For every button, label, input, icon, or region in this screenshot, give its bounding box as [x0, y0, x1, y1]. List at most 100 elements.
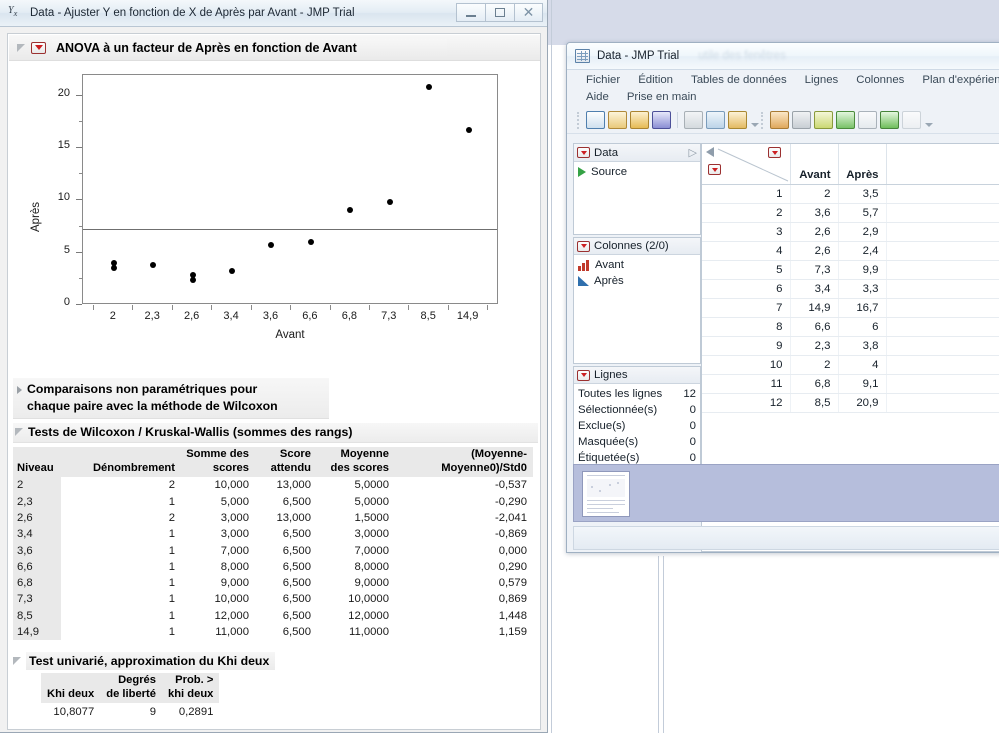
- sort-icon[interactable]: [836, 111, 855, 129]
- wilcoxon-table-row[interactable]: 3,413,0006,5003,0000-0,869: [13, 526, 533, 542]
- save-icon[interactable]: [652, 111, 671, 129]
- grid-cell-apres[interactable]: 3,3: [838, 279, 886, 298]
- open-icon[interactable]: [630, 111, 649, 129]
- header-degres-liberte[interactable]: Degrés de liberté: [100, 673, 162, 703]
- wilcoxon-table-row[interactable]: 7,3110,0006,50010,00000,869: [13, 591, 533, 607]
- grid-row-number[interactable]: 12: [702, 393, 790, 412]
- wilcoxon-disclosure-icon[interactable]: [15, 428, 23, 436]
- chart-data-point[interactable]: [111, 265, 117, 271]
- chart-data-point[interactable]: [466, 127, 472, 133]
- chart-plot-area[interactable]: [82, 74, 498, 304]
- panel-colonnes-header[interactable]: Colonnes (2/0): [574, 238, 700, 255]
- comparisons-disclosure-icon[interactable]: [17, 386, 22, 394]
- header-score-attendu[interactable]: Score attendu: [255, 447, 317, 477]
- toolbar-grip-1[interactable]: [577, 112, 580, 129]
- header-moyenne-des-scores[interactable]: Moyenne des scores: [317, 447, 395, 477]
- panel-lignes-header[interactable]: Lignes: [574, 367, 700, 384]
- grid-row-number[interactable]: 4: [702, 241, 790, 260]
- table-row[interactable]: 32,62,9: [702, 222, 999, 241]
- header-denombrement[interactable]: Dénombrement: [61, 447, 181, 477]
- table-row[interactable]: 63,43,3: [702, 279, 999, 298]
- subset-icon[interactable]: [880, 111, 899, 129]
- new-script-icon[interactable]: [608, 111, 627, 129]
- minimize-button[interactable]: [456, 3, 485, 22]
- data-filter-icon[interactable]: [792, 111, 811, 129]
- grid-cell-apres[interactable]: 9,9: [838, 260, 886, 279]
- grid-row-number[interactable]: 10: [702, 355, 790, 374]
- distribution-icon[interactable]: [770, 111, 789, 129]
- menu-lignes[interactable]: Lignes: [796, 72, 848, 89]
- tabulate-icon[interactable]: [814, 111, 833, 129]
- lignes-row[interactable]: Exclue(s)0: [578, 418, 696, 434]
- header-std[interactable]: (Moyenne-Moyenne0)/Std0: [395, 447, 533, 477]
- maximize-button[interactable]: [485, 3, 514, 22]
- chart-data-point[interactable]: [308, 239, 314, 245]
- grid-row-number[interactable]: 9: [702, 336, 790, 355]
- grid-cell-apres[interactable]: 20,9: [838, 393, 886, 412]
- grid-cell-avant[interactable]: 2,3: [790, 336, 838, 355]
- header-niveau[interactable]: Niveau: [13, 447, 61, 477]
- colonnes-red-triangle-menu-icon[interactable]: [577, 241, 590, 252]
- wilcoxon-table-row[interactable]: 2,315,0006,5005,0000-0,290: [13, 494, 533, 510]
- copy-icon[interactable]: [706, 111, 725, 129]
- data-source-row[interactable]: Source: [578, 164, 696, 180]
- khideux-disclosure-icon[interactable]: [13, 657, 21, 665]
- table-row[interactable]: 57,39,9: [702, 260, 999, 279]
- menu-colonnes[interactable]: Colonnes: [847, 72, 913, 89]
- khideux-outline-header[interactable]: Test univarié, approximation du Khi deux: [13, 652, 538, 670]
- grid-row-number[interactable]: 3: [702, 222, 790, 241]
- header-somme-des-scores[interactable]: Somme des scores: [181, 447, 255, 477]
- close-button[interactable]: ✕: [514, 3, 543, 22]
- wilcoxon-table-row[interactable]: 8,5112,0006,50012,00001,448: [13, 608, 533, 624]
- grid-cell-avant[interactable]: 3,4: [790, 279, 838, 298]
- column-item-apres[interactable]: Après: [578, 273, 696, 289]
- wilcoxon-table-row[interactable]: 6,618,0006,5008,00000,290: [13, 559, 533, 575]
- comparisons-outline-node[interactable]: Comparaisons non paramétriques pour chaq…: [13, 378, 329, 419]
- grid-cell-avant[interactable]: 6,8: [790, 374, 838, 393]
- data-window-titlebar[interactable]: Data - JMP Trial utile des fenêtres: [567, 43, 999, 70]
- chart-data-point[interactable]: [347, 207, 353, 213]
- table-row[interactable]: 123,5: [702, 184, 999, 203]
- grid-cell-apres[interactable]: 3,5: [838, 184, 886, 203]
- chart-data-point[interactable]: [190, 277, 196, 283]
- grid-row-number[interactable]: 1: [702, 184, 790, 203]
- lignes-row[interactable]: Toutes les lignes12: [578, 386, 696, 402]
- menu-dition[interactable]: Édition: [629, 72, 682, 89]
- wilcoxon-table-row[interactable]: 2,623,00013,0001,5000-2,041: [13, 510, 533, 526]
- report-thumbnail[interactable]: [582, 471, 630, 517]
- grid-cell-apres[interactable]: 2,4: [838, 241, 886, 260]
- grid-cell-apres[interactable]: 3,8: [838, 336, 886, 355]
- chart-data-point[interactable]: [268, 242, 274, 248]
- panel-data-header[interactable]: Data ▷: [574, 144, 700, 162]
- anova-outline-header[interactable]: ANOVA à un facteur de Après en fonction …: [9, 35, 541, 61]
- chart-data-point[interactable]: [229, 268, 235, 274]
- grid-row-number[interactable]: 8: [702, 317, 790, 336]
- report-window-titlebar[interactable]: Yx Data - Ajuster Y en fonction de X de …: [0, 0, 547, 27]
- header-prob-khi-deux[interactable]: Prob. > khi deux: [162, 673, 219, 703]
- chart-data-point[interactable]: [426, 84, 432, 90]
- grid-header-apres[interactable]: Après: [838, 144, 886, 184]
- table-row[interactable]: 128,520,9: [702, 393, 999, 412]
- fit-y-by-x-icon[interactable]: [858, 111, 877, 129]
- table-row[interactable]: 714,916,7: [702, 298, 999, 317]
- grid-cell-apres[interactable]: 2,9: [838, 222, 886, 241]
- table-row[interactable]: 86,66: [702, 317, 999, 336]
- menu-prise-en-main[interactable]: Prise en main: [618, 89, 706, 106]
- lignes-row[interactable]: Masquée(s)0: [578, 434, 696, 450]
- grid-cell-avant[interactable]: 14,9: [790, 298, 838, 317]
- wilcoxon-table-row[interactable]: 2210,00013,0005,0000-0,537: [13, 477, 533, 493]
- grid-cell-apres[interactable]: 16,7: [838, 298, 886, 317]
- menu-plan-d-exp-rience[interactable]: Plan d'expérience: [913, 72, 999, 89]
- toolbar-overflow-2[interactable]: [924, 112, 932, 128]
- chart-data-point[interactable]: [150, 262, 156, 268]
- grid-corner-cell[interactable]: [702, 144, 790, 184]
- wilcoxon-table-row[interactable]: 6,819,0006,5009,00000,579: [13, 575, 533, 591]
- grid-cell-avant[interactable]: 7,3: [790, 260, 838, 279]
- grid-cell-avant[interactable]: 2,6: [790, 222, 838, 241]
- grid-cell-avant[interactable]: 8,5: [790, 393, 838, 412]
- menu-aide[interactable]: Aide: [577, 89, 618, 106]
- grid-row-number[interactable]: 5: [702, 260, 790, 279]
- table-row[interactable]: 42,62,4: [702, 241, 999, 260]
- column-item-avant[interactable]: Avant: [578, 257, 696, 273]
- wilcoxon-table-row[interactable]: 3,617,0006,5007,00000,000: [13, 543, 533, 559]
